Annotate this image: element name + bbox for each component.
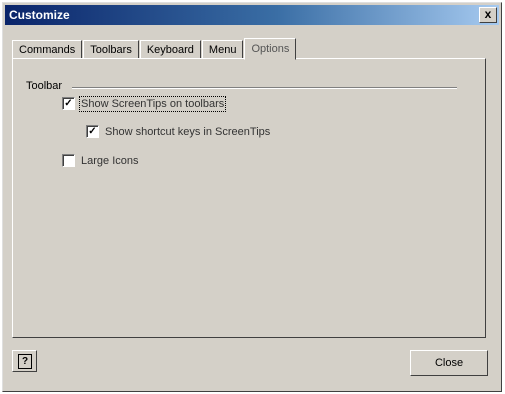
tab-commands[interactable]: Commands xyxy=(12,40,83,59)
close-icon[interactable]: x xyxy=(479,7,497,23)
show-screentips-label[interactable]: Show ScreenTips on toolbars xyxy=(78,95,227,112)
tab-toolbars[interactable]: Toolbars xyxy=(83,40,139,59)
large-icons-label[interactable]: Large Icons xyxy=(81,155,138,167)
toolbar-group-label: Toolbar xyxy=(26,80,67,92)
show-screentips-option[interactable]: ✓ Show ScreenTips on toolbars xyxy=(62,95,227,112)
show-shortcut-keys-checkbox[interactable]: ✓ xyxy=(86,125,99,138)
tab-options[interactable]: Options xyxy=(244,38,297,60)
title-bar[interactable]: Customize x xyxy=(5,5,499,25)
show-shortcut-keys-option[interactable]: ✓ Show shortcut keys in ScreenTips xyxy=(86,125,270,138)
tab-menu[interactable]: Menu xyxy=(201,40,244,59)
large-icons-checkbox[interactable] xyxy=(62,154,75,167)
close-button[interactable]: Close xyxy=(410,350,488,376)
group-divider xyxy=(72,87,457,89)
tab-keyboard[interactable]: Keyboard xyxy=(139,40,201,59)
dialog-title: Customize xyxy=(9,8,70,22)
show-screentips-checkbox[interactable]: ✓ xyxy=(62,97,75,110)
tab-strip: Commands Toolbars Keyboard Menu Options xyxy=(12,37,297,60)
show-shortcut-keys-label[interactable]: Show shortcut keys in ScreenTips xyxy=(105,126,270,138)
large-icons-option[interactable]: Large Icons xyxy=(62,154,138,167)
help-button[interactable]: ? xyxy=(12,350,37,372)
help-icon: ? xyxy=(18,354,32,369)
